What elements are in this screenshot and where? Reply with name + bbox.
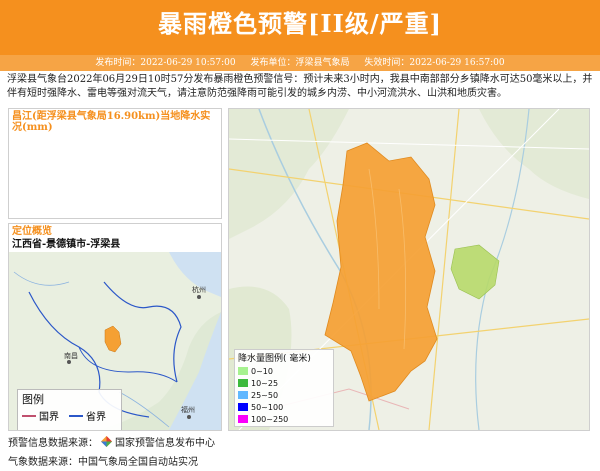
warning-data-source: 预警信息数据来源： 国家预警信息发布中心 — [8, 434, 215, 449]
warning-source-label: 预警信息数据来源： — [8, 438, 98, 449]
precipitation-legend-title: 降水量图例( 毫米) — [238, 354, 311, 364]
warning-title: 暴雨橙色预警[II级/严重] — [158, 9, 442, 38]
legend-label: 50~100 — [251, 402, 284, 412]
city-label-hangzhou: 杭州 — [192, 285, 206, 294]
weather-data-source: 气象数据来源：中国气象局全国自动站实况 — [8, 457, 198, 468]
warning-header: 暴雨橙色预警[II级/严重] — [0, 0, 600, 55]
legend-label: 100~250 — [251, 414, 289, 424]
rainfall-panel: 昌江(距浮梁县气象局16.90km)当地降水实况(mm) — [8, 108, 222, 219]
legend-swatch-icon — [238, 367, 248, 375]
legend-label: 0~10 — [251, 366, 273, 376]
main-map-panel: 降水量图例( 毫米) 0~10 10~25 25~50 50~100 100~2… — [228, 108, 590, 431]
location-panel-title: 定位概览 — [12, 226, 52, 237]
legend-row-national-border: 国界 省界 — [18, 408, 121, 423]
city-label-nanchang: 南昌 — [64, 351, 78, 360]
rainfall-panel-title: 昌江(距浮梁县气象局16.90km)当地降水实况(mm) — [12, 111, 211, 133]
location-overview-panel: 定位概览 江西省-景德镇市-浮梁县 杭州 南昌 福州 图例 国界 省界 — [8, 223, 222, 431]
warning-source-value: 国家预警信息发布中心 — [115, 438, 215, 449]
publish-time: 发布时间：2022-06-29 10:57:00 — [95, 58, 236, 68]
provincial-border-line-icon — [69, 414, 83, 417]
location-region: 江西省-景德镇市-浮梁县 — [12, 239, 121, 250]
expire-time: 失效时间：2022-06-29 16:57:00 — [364, 58, 505, 68]
legend-row-10-25: 10~25 — [235, 377, 333, 389]
legend-row-0-10: 0~10 — [235, 365, 333, 377]
overview-map-legend: 图例 国界 省界 — [17, 389, 122, 430]
legend-swatch-icon — [238, 391, 248, 399]
legend-swatch-icon — [238, 379, 248, 387]
warning-meta-bar: 发布时间：2022-06-29 10:57:00 发布单位：浮梁县气象局 失效时… — [0, 55, 600, 71]
legend-label-provincial-border: 省界 — [86, 412, 106, 423]
precipitation-legend: 降水量图例( 毫米) 0~10 10~25 25~50 50~100 100~2… — [234, 349, 334, 427]
legend-swatch-icon — [238, 415, 248, 423]
legend-label: 10~25 — [251, 378, 279, 388]
publisher: 发布单位：浮梁县气象局 — [250, 58, 350, 68]
legend-row-100-250: 100~250 — [235, 413, 333, 425]
overview-legend-title: 图例 — [22, 393, 44, 406]
legend-label-national-border: 国界 — [39, 412, 59, 423]
legend-row-25-50: 25~50 — [235, 389, 333, 401]
national-border-line-icon — [22, 414, 36, 417]
city-label-fuzhou: 福州 — [181, 405, 195, 414]
warning-center-logo-icon — [101, 436, 112, 447]
warning-description: 浮梁县气象台2022年06月29日10时57分发布暴雨橙色预警信号：预计未来3小… — [7, 74, 593, 99]
legend-label: 25~50 — [251, 390, 279, 400]
legend-swatch-icon — [238, 403, 248, 411]
legend-row-50-100: 50~100 — [235, 401, 333, 413]
